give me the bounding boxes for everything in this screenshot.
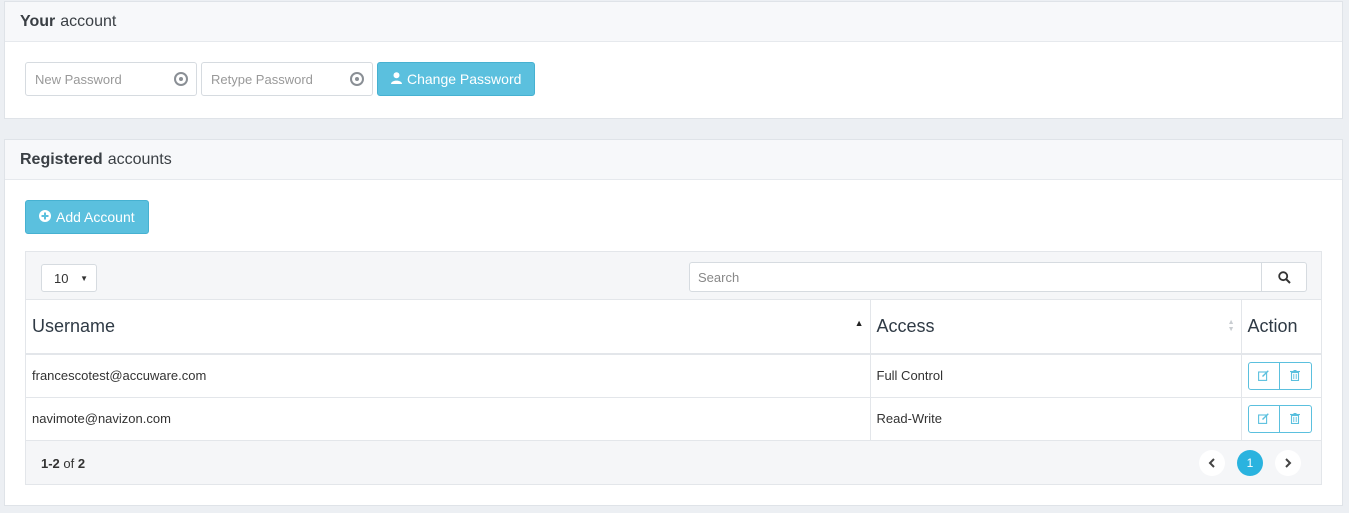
retype-password-input[interactable] <box>211 71 341 87</box>
table-toolbar: 10 ▼ <box>26 252 1321 300</box>
username-header-label: Username <box>32 316 116 336</box>
count-total: 2 <box>77 455 86 471</box>
change-password-label: Change Password <box>407 71 522 87</box>
username-cell: francescotest@accuware.com <box>26 354 871 398</box>
caret-down-icon: ▼ <box>80 274 88 283</box>
access-header-label: Access <box>876 316 935 336</box>
panel-title-rest: accounts <box>107 150 172 168</box>
change-password-button[interactable]: Change Password <box>377 62 536 96</box>
access-cell: Full Control <box>870 354 1242 398</box>
retype-password-field[interactable] <box>201 62 373 96</box>
column-header-access[interactable]: Access ▲ ▼ <box>870 300 1242 355</box>
edit-button[interactable] <box>1247 361 1280 390</box>
table-footer: 1-2 of 2 1 <box>26 440 1321 484</box>
sort-icon: ▲ ▼ <box>1227 319 1235 333</box>
count-range: 1-2 <box>41 455 60 471</box>
action-cell <box>1241 397 1321 441</box>
username-cell: navimote@navizon.com <box>26 397 871 441</box>
new-password-input[interactable] <box>35 71 165 87</box>
trash-icon <box>1290 413 1300 424</box>
page-size-value: 10 <box>54 270 69 286</box>
count-of: of <box>63 455 75 471</box>
delete-button[interactable] <box>1279 404 1312 433</box>
search-button[interactable] <box>1261 263 1306 291</box>
prev-page-button[interactable] <box>1199 449 1225 476</box>
action-header-label: Action <box>1247 316 1298 336</box>
pagination: 1 <box>1187 449 1301 476</box>
search-box[interactable] <box>689 262 1307 292</box>
eye-icon[interactable] <box>350 72 364 86</box>
plus-circle-icon <box>39 209 51 225</box>
user-icon <box>391 71 402 87</box>
trash-icon <box>1290 370 1300 382</box>
panel-title-bold: Your <box>20 12 56 30</box>
access-cell: Read-Write <box>870 397 1242 441</box>
next-page-button[interactable] <box>1275 449 1301 476</box>
sort-asc-icon: ▲ <box>854 318 864 328</box>
column-header-action: Action <box>1241 300 1321 355</box>
chevron-right-icon <box>1285 457 1292 468</box>
table-row: francescotest@accuware.com Full Control <box>26 354 1321 398</box>
accounts-table: 10 ▼ Username ▲ Access <box>25 251 1322 485</box>
your-account-header: Your account <box>5 2 1342 42</box>
panel-title-rest: account <box>60 12 117 30</box>
your-account-panel: Your account Change Password <box>4 1 1343 119</box>
eye-icon[interactable] <box>174 72 188 86</box>
column-header-username[interactable]: Username ▲ <box>26 300 871 355</box>
registered-accounts-panel: Registered accounts Add Account 10 ▼ Sea… <box>4 139 1343 506</box>
page-button-1[interactable]: 1 <box>1237 449 1263 476</box>
registered-accounts-header: Registered accounts <box>5 140 1342 180</box>
table-row: navimote@navizon.com Read-Write <box>26 397 1321 441</box>
edit-icon <box>1258 413 1269 424</box>
record-count: 1-2 of 2 <box>41 456 85 471</box>
add-account-button[interactable]: Add Account <box>25 200 149 234</box>
add-account-label: Add Account <box>56 209 135 225</box>
edit-button[interactable] <box>1247 404 1280 433</box>
action-cell <box>1241 354 1321 398</box>
panel-title-bold: Registered <box>20 150 103 168</box>
search-input[interactable] <box>690 263 1261 291</box>
chevron-left-icon <box>1208 457 1215 468</box>
search-icon <box>1277 270 1291 284</box>
page-size-select[interactable]: 10 ▼ <box>41 264 97 292</box>
delete-button[interactable] <box>1279 361 1312 390</box>
new-password-field[interactable] <box>25 62 197 96</box>
edit-icon <box>1258 370 1269 382</box>
